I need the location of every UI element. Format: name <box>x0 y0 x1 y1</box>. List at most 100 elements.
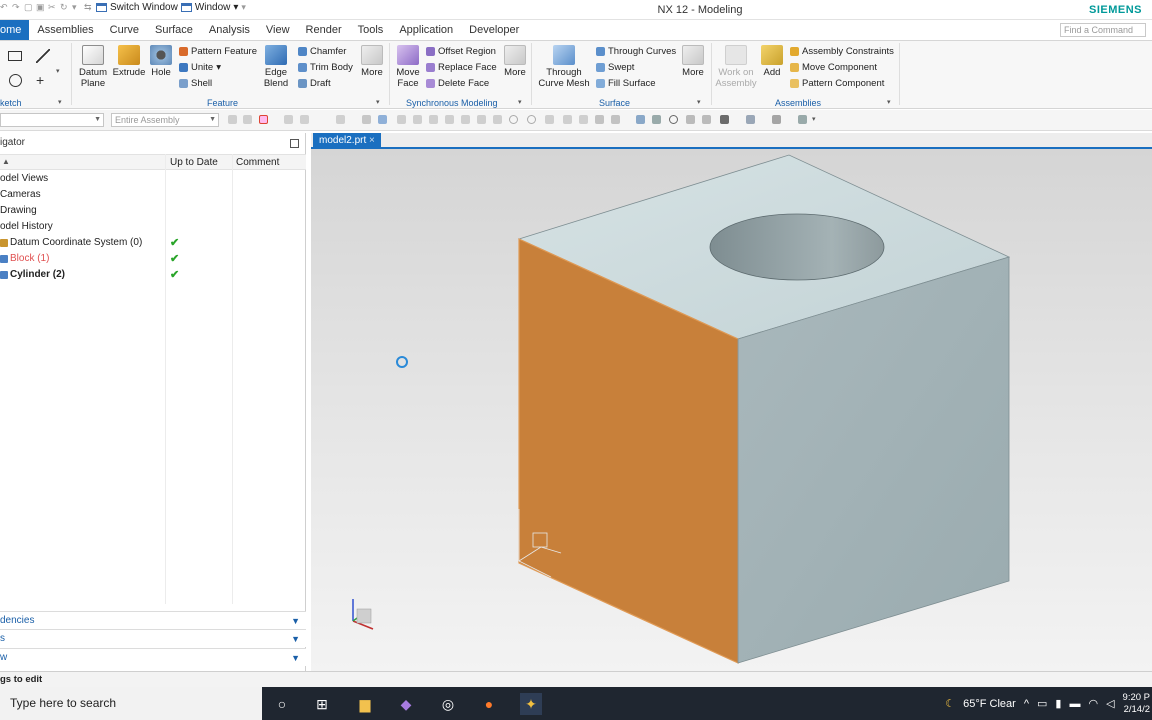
meet-now-icon[interactable]: ▭ <box>1037 697 1047 710</box>
extrude-button[interactable]: Extrude <box>113 45 145 78</box>
sketch-group-dropdown[interactable]: ▾ <box>58 98 62 106</box>
more-view-icon[interactable]: ▾ <box>812 115 821 124</box>
orient-view-icon[interactable] <box>746 115 755 124</box>
through-curve-mesh-button[interactable]: Through Curve Mesh <box>537 45 591 89</box>
line-icon[interactable] <box>36 49 50 63</box>
sync-more-button[interactable]: More <box>502 45 528 78</box>
face-rule-icon[interactable] <box>300 115 309 124</box>
shaded-edges-icon[interactable] <box>772 115 781 124</box>
circle-icon[interactable] <box>9 74 22 87</box>
render-style-icon[interactable] <box>720 115 729 124</box>
cortana-icon[interactable]: ○ <box>271 693 293 715</box>
rectangle-icon[interactable] <box>8 51 22 61</box>
snap-quadrant-icon[interactable] <box>477 115 486 124</box>
tab-developer[interactable]: Developer <box>461 20 527 40</box>
tree-item-cameras[interactable]: Cameras <box>0 187 304 203</box>
snap-off-icon[interactable] <box>579 115 588 124</box>
feature-selection-icon[interactable] <box>362 115 371 124</box>
preview-panel[interactable]: w ▼ <box>0 648 306 666</box>
filter-icon[interactable] <box>228 115 237 124</box>
snap-clear-icon[interactable] <box>611 115 620 124</box>
tab-view[interactable]: View <box>258 20 298 40</box>
sketch-more-icon[interactable]: ▾ <box>56 67 60 75</box>
snap-endpoint-icon[interactable] <box>397 115 406 124</box>
zoom-region-icon[interactable] <box>702 115 711 124</box>
snap-point-on-curve-icon[interactable] <box>509 115 518 124</box>
work-on-assembly-button[interactable]: Work on Assembly <box>715 45 757 89</box>
zoom-icon[interactable] <box>652 115 661 124</box>
snap-pole-icon[interactable] <box>563 115 572 124</box>
surface-group-dropdown[interactable]: ▾ <box>697 98 701 106</box>
feature-more-button[interactable]: More <box>359 45 385 78</box>
trim-body-button[interactable]: Trim Body <box>298 62 353 73</box>
battery-icon[interactable]: ▬ <box>1069 698 1080 710</box>
column-up-to-date[interactable]: Up to Date <box>170 157 218 168</box>
snap-intersection-icon[interactable] <box>445 115 454 124</box>
snap-control-point-icon[interactable] <box>429 115 438 124</box>
assembly-constraints-button[interactable]: Assembly Constraints <box>790 46 894 57</box>
clock[interactable]: 9:20 P 2/14/2 <box>1123 692 1152 716</box>
firefox-icon[interactable]: ● <box>478 693 500 715</box>
snap-toggle-icon[interactable] <box>595 115 604 124</box>
swept-button[interactable]: Swept <box>596 62 634 73</box>
pan-icon[interactable] <box>686 115 695 124</box>
snap-existing-point-icon[interactable] <box>493 115 502 124</box>
nx-app-icon[interactable]: ✦ <box>520 693 542 715</box>
model-view[interactable] <box>311 133 1152 671</box>
volume-icon[interactable]: ◁ <box>1106 697 1114 710</box>
collapse-panel-icon[interactable] <box>290 139 299 148</box>
draft-button[interactable]: Draft <box>298 78 331 89</box>
tab-assemblies[interactable]: Assemblies <box>29 20 101 40</box>
surface-more-button[interactable]: More <box>680 45 706 78</box>
shell-button[interactable]: Shell <box>179 78 212 89</box>
tab-curve[interactable]: Curve <box>102 20 147 40</box>
tab-tools[interactable]: Tools <box>350 20 392 40</box>
snap-arc-center-icon[interactable] <box>461 115 470 124</box>
add-component-button[interactable]: Add <box>760 45 784 78</box>
task-view-icon[interactable]: ⊞ <box>311 693 333 715</box>
tab-analysis[interactable]: Analysis <box>201 20 258 40</box>
taskbar-search-input[interactable]: Type here to search <box>0 687 262 720</box>
snap-point-on-surface-icon[interactable] <box>527 115 536 124</box>
through-curves-button[interactable]: Through Curves <box>596 46 676 57</box>
snap-midpoint-icon[interactable] <box>413 115 422 124</box>
wifi-icon[interactable]: ◠ <box>1088 697 1098 710</box>
curve-rule-icon[interactable] <box>336 115 345 124</box>
fit-view-icon[interactable] <box>636 115 645 124</box>
feature-group-dropdown[interactable]: ▾ <box>376 98 380 106</box>
body-selection-icon[interactable] <box>378 115 387 124</box>
unite-button[interactable]: Unite ▾ <box>179 62 221 73</box>
move-component-button[interactable]: Move Component <box>790 62 877 73</box>
fill-surface-button[interactable]: Fill Surface <box>596 78 656 89</box>
hole-button[interactable]: Hole <box>148 45 174 78</box>
type-filter-select[interactable]: ▼ <box>0 113 104 127</box>
sort-arrow-icon[interactable]: ▲ <box>2 157 10 166</box>
command-search-input[interactable]: Find a Command <box>1060 23 1146 37</box>
weather-text[interactable]: 65°F Clear <box>963 698 1016 710</box>
tree-item-datum-csys[interactable]: Datum Coordinate System (0) ✔ <box>0 235 304 251</box>
file-explorer-icon[interactable]: ▆ <box>354 693 376 715</box>
weather-icon[interactable]: ☾ <box>945 697 955 710</box>
replace-face-button[interactable]: Replace Face <box>426 62 497 73</box>
rotate-icon[interactable] <box>669 115 678 124</box>
tab-application[interactable]: Application <box>391 20 461 40</box>
tab-surface[interactable]: Surface <box>147 20 201 40</box>
tree-item-drawing[interactable]: Drawing <box>0 203 304 219</box>
move-face-button[interactable]: Move Face <box>394 45 422 89</box>
column-comment[interactable]: Comment <box>236 157 279 168</box>
point-icon[interactable]: + <box>36 72 44 88</box>
tree-item-block[interactable]: Block (1) ✔ <box>0 251 304 267</box>
tab-home[interactable]: ome <box>0 20 30 40</box>
tray-expand-icon[interactable]: ^ <box>1024 698 1029 710</box>
pattern-feature-button[interactable]: Pattern Feature <box>179 46 257 57</box>
edge-blend-button[interactable]: Edge Blend <box>262 45 290 89</box>
chamfer-button[interactable]: Chamfer <box>298 46 346 57</box>
datum-plane-button[interactable]: Datum Plane <box>77 45 109 89</box>
tree-item-cylinder[interactable]: Cylinder (2) ✔ <box>0 267 304 283</box>
graphics-window[interactable]: model2.prt × <box>311 133 1152 671</box>
details-panel[interactable]: s ▼ <box>0 629 306 647</box>
cylinder-hole[interactable] <box>709 213 885 281</box>
delete-face-button[interactable]: Delete Face <box>426 78 489 89</box>
dependencies-panel[interactable]: dencies ▼ <box>0 611 306 629</box>
general-selection-icon[interactable] <box>284 115 293 124</box>
